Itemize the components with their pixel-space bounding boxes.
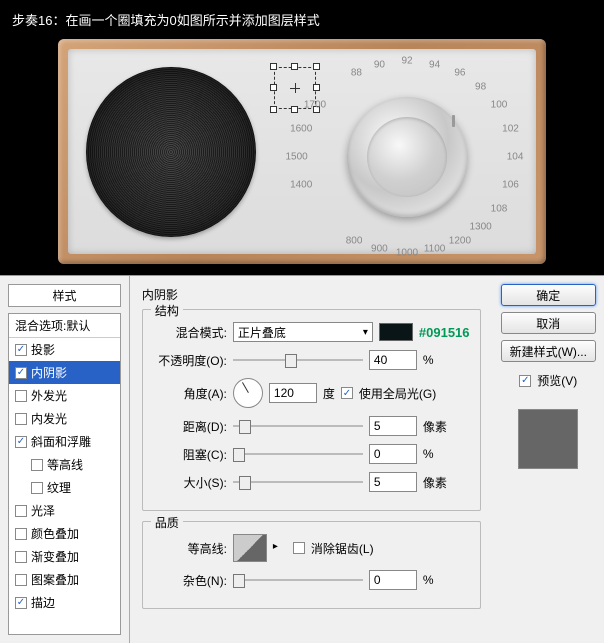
styles-panel-title: 样式 (8, 284, 121, 307)
noise-slider[interactable] (233, 571, 363, 589)
style-checkbox[interactable] (15, 436, 27, 448)
style-checkbox[interactable] (15, 344, 27, 356)
noise-input[interactable] (369, 570, 417, 590)
style-item-6[interactable]: 纹理 (9, 476, 120, 499)
style-item-7[interactable]: 光泽 (9, 499, 120, 522)
blend-mode-label: 混合模式: (153, 324, 227, 341)
style-checkbox[interactable] (15, 367, 27, 379)
global-light-checkbox[interactable] (341, 387, 353, 399)
shadow-color-swatch[interactable] (379, 323, 413, 341)
angle-dial[interactable] (233, 378, 263, 408)
blend-mode-dropdown[interactable]: 正片叠底 (233, 322, 373, 342)
distance-slider[interactable] (233, 417, 363, 435)
style-checkbox[interactable] (15, 597, 27, 609)
style-item-5[interactable]: 等高线 (9, 453, 120, 476)
tuning-dial-area: 88 90 92 94 96 98 100 102 104 106 108 10… (292, 57, 522, 257)
style-item-4[interactable]: 斜面和浮雕 (9, 430, 120, 453)
size-slider[interactable] (233, 473, 363, 491)
size-input[interactable] (369, 472, 417, 492)
layer-style-dialog: 样式 混合选项:默认 投影内阴影外发光内发光斜面和浮雕等高线纹理光泽颜色叠加渐变… (0, 275, 604, 643)
section-title: 内阴影 (142, 284, 481, 309)
anchor-bot-left[interactable] (270, 106, 277, 113)
tuning-knob (347, 97, 467, 217)
anchor-mid-left[interactable] (270, 84, 277, 91)
step-caption: 步奏16：在画一个圈填充为0如图所示并添加图层样式 (0, 0, 604, 39)
style-checkbox[interactable] (15, 505, 27, 517)
speaker-grille (86, 67, 256, 237)
settings-panel: 内阴影 结构 混合模式: 正片叠底 #091516 不透明度(O): % 角度(… (130, 276, 493, 643)
cancel-button[interactable]: 取消 (501, 312, 596, 334)
new-style-button[interactable]: 新建样式(W)... (501, 340, 596, 362)
choke-slider[interactable] (233, 445, 363, 463)
opacity-input[interactable] (369, 350, 417, 370)
contour-picker[interactable] (233, 534, 267, 562)
radio-panel: 88 90 92 94 96 98 100 102 104 106 108 10… (68, 49, 536, 254)
style-item-10[interactable]: 图案叠加 (9, 568, 120, 591)
antialias-checkbox[interactable] (293, 542, 305, 554)
style-checkbox[interactable] (15, 528, 27, 540)
style-item-3[interactable]: 内发光 (9, 407, 120, 430)
choke-input[interactable] (369, 444, 417, 464)
structure-group: 结构 混合模式: 正片叠底 #091516 不透明度(O): % 角度(A): … (142, 309, 481, 511)
ok-button[interactable]: 确定 (501, 284, 596, 306)
preview-checkbox[interactable] (519, 375, 531, 387)
styles-list: 混合选项:默认 投影内阴影外发光内发光斜面和浮雕等高线纹理光泽颜色叠加渐变叠加图… (8, 313, 121, 635)
opacity-slider[interactable] (233, 351, 363, 369)
style-item-11[interactable]: 描边 (9, 591, 120, 614)
preview-swatch (518, 409, 578, 469)
anchor-top-left[interactable] (270, 63, 277, 70)
style-checkbox[interactable] (31, 459, 43, 471)
angle-input[interactable] (269, 383, 317, 403)
style-checkbox[interactable] (15, 574, 27, 586)
distance-input[interactable] (369, 416, 417, 436)
quality-group: 品质 等高线: 消除锯齿(L) 杂色(N): % (142, 521, 481, 609)
styles-sidebar: 样式 混合选项:默认 投影内阴影外发光内发光斜面和浮雕等高线纹理光泽颜色叠加渐变… (0, 276, 130, 643)
style-item-9[interactable]: 渐变叠加 (9, 545, 120, 568)
style-checkbox[interactable] (15, 551, 27, 563)
blend-options-header[interactable]: 混合选项:默认 (9, 314, 120, 338)
style-item-8[interactable]: 颜色叠加 (9, 522, 120, 545)
style-item-2[interactable]: 外发光 (9, 384, 120, 407)
style-checkbox[interactable] (31, 482, 43, 494)
style-checkbox[interactable] (15, 390, 27, 402)
style-item-0[interactable]: 投影 (9, 338, 120, 361)
radio-frame: 88 90 92 94 96 98 100 102 104 106 108 10… (58, 39, 546, 264)
style-checkbox[interactable] (15, 413, 27, 425)
hex-annotation: #091516 (419, 325, 470, 340)
dialog-buttons: 确定 取消 新建样式(W)... 预览(V) (493, 276, 604, 643)
artwork-preview: 88 90 92 94 96 98 100 102 104 106 108 10… (0, 39, 604, 274)
style-item-1[interactable]: 内阴影 (9, 361, 120, 384)
